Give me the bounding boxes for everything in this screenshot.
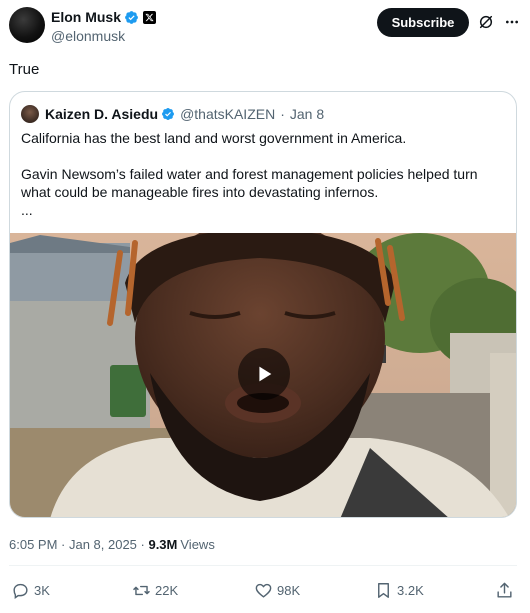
bookmark-count: 3.2K (397, 582, 424, 598)
author-info: Elon Musk @elonmusk (51, 8, 157, 44)
bookmark-button[interactable]: 3.2K (374, 578, 424, 602)
engagement-bar: 3K 22K 98K 3.2K (9, 578, 521, 602)
tweet-timestamp[interactable]: 6:05 PM · Jan 8, 2025 · (9, 537, 148, 552)
like-count: 98K (277, 582, 301, 598)
quote-author-avatar (21, 105, 39, 123)
quote-author-handle: @thatsKAIZEN (180, 106, 276, 122)
divider (9, 565, 517, 566)
quote-body: California has the best land and worst g… (21, 129, 509, 219)
like-icon (255, 583, 272, 598)
bookmark-icon (378, 582, 389, 598)
quote-paragraph-1: California has the best land and worst g… (21, 130, 407, 146)
repost-button[interactable]: 22K (132, 578, 178, 602)
subscribe-button[interactable]: Subscribe (377, 8, 469, 37)
author-handle[interactable]: @elonmusk (51, 28, 156, 44)
grok-icon[interactable] (478, 14, 494, 30)
verified-badge-icon (125, 10, 138, 24)
quote-ellipsis: ... (21, 202, 33, 218)
author-avatar[interactable] (9, 7, 45, 43)
quoted-tweet[interactable]: Kaizen D. Asiedu @thatsKAIZEN · Jan 8 Ca… (9, 91, 517, 518)
quote-date: Jan 8 (289, 106, 325, 122)
repost-count: 22K (155, 582, 179, 598)
reply-button[interactable]: 3K (11, 578, 50, 602)
share-button[interactable] (495, 578, 518, 602)
quote-video[interactable] (10, 233, 516, 517)
verified-badge-icon (162, 108, 175, 120)
tweet-meta: 6:05 PM · Jan 8, 2025 · 9.3M Views (9, 537, 215, 552)
x-logo-icon (143, 10, 157, 24)
quote-separator: · (280, 106, 285, 122)
views-count: 9.3M (148, 537, 178, 552)
tweet-text: True (9, 61, 40, 78)
author-name-row: Elon Musk (51, 8, 157, 26)
quote-author-name: Kaizen D. Asiedu (45, 106, 159, 122)
reply-count: 3K (34, 582, 50, 598)
video-play-button[interactable] (238, 348, 290, 400)
author-display-name[interactable]: Elon Musk (51, 9, 121, 25)
play-icon (259, 366, 272, 382)
reply-icon (13, 583, 28, 599)
quote-header: Kaizen D. Asiedu @thatsKAIZEN · Jan 8 (21, 105, 324, 123)
more-icon[interactable] (503, 14, 521, 30)
views-label: Views (180, 537, 215, 552)
repost-icon (133, 585, 150, 595)
quote-paragraph-2: Gavin Newsom’s failed water and forest m… (21, 166, 478, 200)
like-button[interactable]: 98K (254, 578, 300, 602)
share-icon (497, 582, 512, 598)
tweet-header: Elon Musk @elonmusk Subscribe (9, 7, 521, 47)
